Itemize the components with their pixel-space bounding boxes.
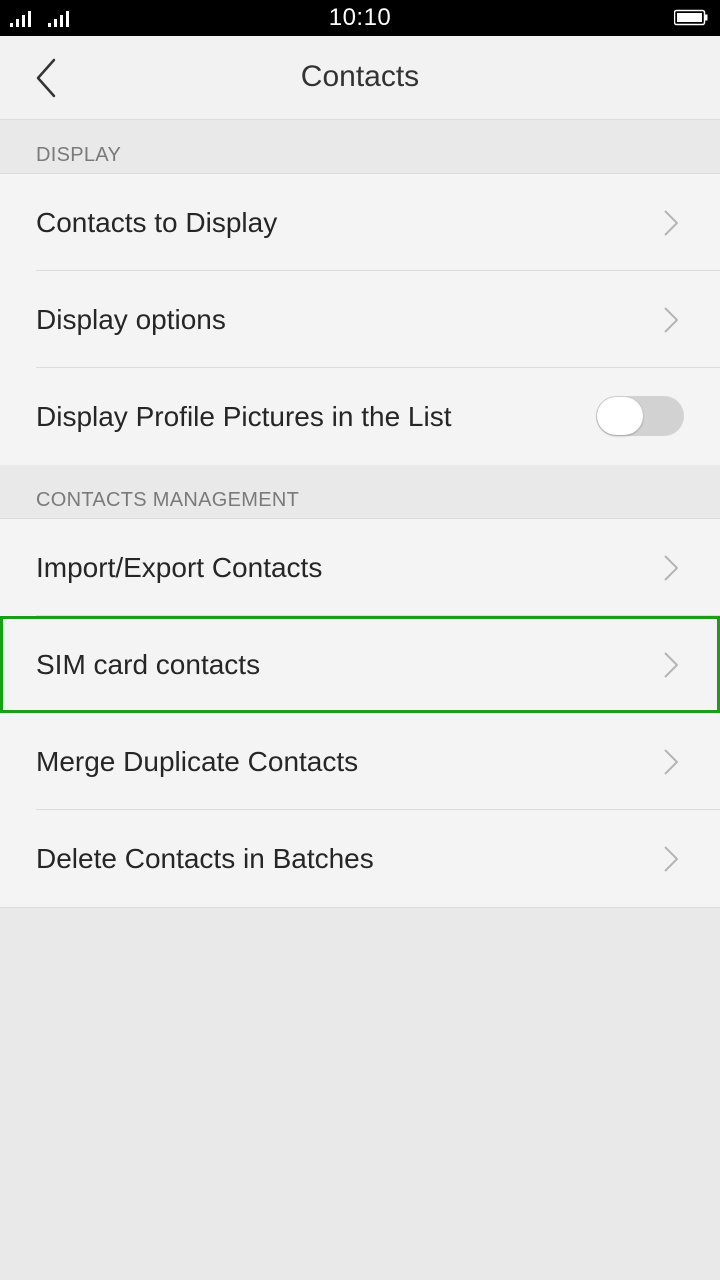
chevron-right-icon [664, 210, 678, 236]
page-title: Contacts [300, 60, 420, 93]
section-header-contacts-management: CONTACTS MANAGEMENT [0, 465, 720, 519]
setting-label: Import/Export Contacts [36, 552, 323, 583]
battery-icon [674, 9, 708, 26]
settings-group-display: Contacts to Display Display options Disp… [0, 174, 720, 466]
setting-display-options[interactable]: Display options [0, 271, 720, 368]
chevron-right-icon [664, 652, 678, 678]
setting-label: Contacts to Display [36, 207, 278, 238]
profile-pictures-toggle[interactable] [596, 396, 684, 436]
chevron-right-icon [664, 846, 678, 872]
setting-delete-contacts-in-batches[interactable]: Delete Contacts in Batches [0, 810, 720, 907]
setting-label: Merge Duplicate Contacts [36, 746, 359, 777]
chevron-right-icon [664, 555, 678, 581]
status-bar: 10:10 [0, 0, 720, 36]
setting-label: Display options [36, 304, 226, 335]
setting-label: Display Profile Pictures in the List [36, 401, 452, 432]
setting-import-export-contacts[interactable]: Import/Export Contacts [0, 519, 720, 616]
status-time: 10:10 [328, 4, 392, 31]
chevron-right-icon [664, 749, 678, 775]
toggle-knob [597, 397, 643, 435]
section-title: DISPLAY [36, 144, 122, 166]
setting-label: Delete Contacts in Batches [36, 843, 374, 874]
setting-contacts-to-display[interactable]: Contacts to Display [0, 174, 720, 271]
setting-label: SIM card contacts [36, 649, 261, 680]
section-title: CONTACTS MANAGEMENT [36, 489, 300, 511]
setting-merge-duplicate-contacts[interactable]: Merge Duplicate Contacts [0, 713, 720, 810]
section-header-display: DISPLAY [0, 120, 720, 174]
settings-group-contacts-management: Import/Export Contacts SIM card contacts… [0, 519, 720, 908]
setting-display-profile-pictures: Display Profile Pictures in the List [0, 368, 720, 465]
app-header: Contacts [0, 36, 720, 120]
chevron-right-icon [664, 307, 678, 333]
setting-sim-card-contacts[interactable]: SIM card contacts [0, 616, 720, 713]
